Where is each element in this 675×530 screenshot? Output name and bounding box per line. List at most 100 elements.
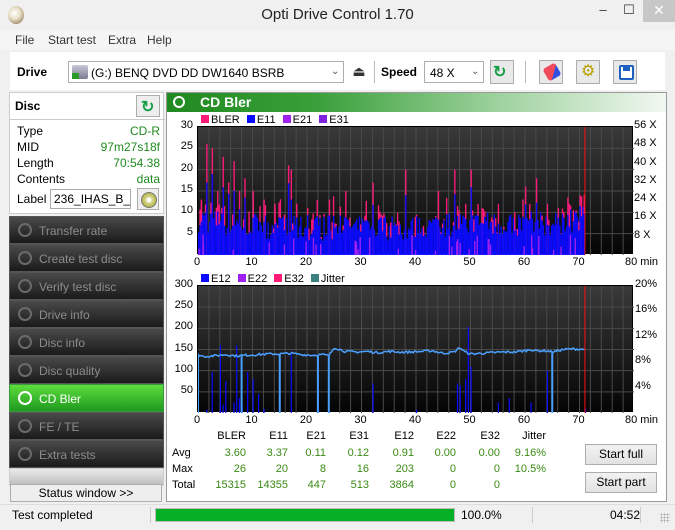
resize-grip[interactable] — [660, 513, 670, 523]
title-bar: Opti Drive Control 1.70 – ☐ ✕ — [0, 0, 675, 30]
cd-icon-button[interactable] — [137, 188, 159, 210]
disc-row-contents: Contents data — [17, 172, 160, 188]
stats-value: 0.00 — [478, 447, 500, 459]
divider — [532, 507, 533, 523]
disc-value: data — [136, 172, 160, 186]
drive-label: Drive — [17, 65, 48, 79]
menu-bar: File Start test Extra Help — [0, 30, 675, 50]
disc-gear-icon — [18, 391, 32, 405]
stats-value: 3864 — [389, 479, 414, 491]
stats-value: 15315 — [215, 479, 246, 491]
start-full-button[interactable]: Start full — [585, 444, 657, 465]
stats-col-header: BLER — [217, 430, 246, 442]
disc-value: CD-R — [130, 124, 160, 138]
stats-value: 0.11 — [305, 447, 326, 459]
disc-row-type: Type CD-R — [17, 124, 160, 140]
stats-row-label: Avg — [172, 447, 191, 459]
stats-value: 20 — [275, 463, 288, 475]
disc-title: Disc — [15, 99, 41, 113]
nav-label: Drive info — [39, 308, 90, 322]
drive-value: (G:) BENQ DVD DD DW1640 BSRB — [91, 66, 285, 80]
stats-col-header: E11 — [269, 430, 288, 442]
stats-value: 9.16% — [514, 447, 546, 459]
nav-extra-tests[interactable]: Extra tests — [9, 440, 164, 468]
status-window-button[interactable]: Status window >> — [10, 484, 162, 502]
disc-refresh-button[interactable]: ↻ — [136, 95, 160, 117]
nav-label: Transfer rate — [39, 224, 108, 238]
stats-row-label: Max — [172, 463, 193, 475]
erase-button[interactable] — [539, 60, 563, 84]
stats-value: 8 — [319, 463, 326, 475]
disc-key: Type — [17, 124, 44, 138]
disc-label-input[interactable]: 236_IHAS_B_LI — [50, 189, 131, 209]
disc-gear-icon — [18, 251, 32, 265]
progress-percent: 100.0% — [461, 508, 502, 522]
close-button[interactable]: ✕ — [643, 0, 675, 22]
stats-value: 0.91 — [392, 447, 414, 459]
nav-verify-test-disc[interactable]: Verify test disc — [9, 272, 164, 300]
disc-gear-icon — [18, 335, 32, 349]
maximize-button[interactable]: ☐ — [616, 0, 642, 22]
drive-select[interactable]: (G:) BENQ DVD DD DW1640 BSRB ⌄ — [68, 61, 344, 83]
nav-create-test-disc[interactable]: Create test disc — [9, 244, 164, 272]
nav-label: Create test disc — [39, 252, 123, 266]
drive-icon — [72, 65, 88, 79]
menu-extra[interactable]: Extra — [108, 33, 136, 47]
toolbar: Drive (G:) BENQ DVD DD DW1640 BSRB ⌄ ⏏ S… — [10, 52, 665, 90]
nav-label: CD Bler — [39, 392, 82, 406]
disc-row-mid: MID 97m27s18f — [17, 140, 160, 156]
stats-col-header: Jitter — [522, 430, 546, 442]
stats-table: BLER E11 E21 E31 E12 E22 E32 Jitter Avg 3.60 3.37 0… — [167, 93, 666, 503]
stats-value: 26 — [233, 463, 246, 475]
divider — [640, 507, 641, 523]
speed-label: Speed — [381, 65, 418, 79]
minimize-button[interactable]: – — [590, 0, 616, 22]
start-part-button[interactable]: Start part — [585, 472, 657, 493]
stats-row-label: Total — [172, 479, 196, 491]
disc-gear-icon — [18, 363, 32, 377]
disc-gear-icon — [18, 447, 32, 461]
nav-disc-quality[interactable]: Disc quality — [9, 356, 164, 384]
nav-disc-info[interactable]: Disc info — [9, 328, 164, 356]
nav-fe-te[interactable]: FE / TE — [9, 412, 164, 440]
disc-gear-icon — [18, 419, 32, 433]
refresh-button[interactable]: ↻ — [490, 60, 514, 84]
stats-col-header: E22 — [436, 430, 456, 442]
save-button[interactable] — [613, 60, 637, 84]
disc-gear-icon — [18, 223, 32, 237]
menu-file[interactable]: File — [15, 33, 34, 47]
speed-value: 48 X — [430, 66, 455, 80]
stats-col-header: E21 — [306, 430, 326, 442]
progress-fill — [156, 509, 454, 521]
nav-transfer-rate[interactable]: Transfer rate — [9, 216, 164, 244]
speed-select[interactable]: 48 X ⌄ — [424, 61, 484, 83]
nav-label: FE / TE — [39, 420, 80, 434]
stats-value: 203 — [395, 463, 414, 475]
stats-value: 513 — [350, 479, 369, 491]
divider — [150, 507, 151, 523]
refresh-icon: ↻ — [493, 64, 507, 81]
chevron-down-icon: ⌄ — [471, 66, 480, 77]
settings-button[interactable]: ⚙ — [576, 60, 600, 84]
test-nav: Transfer rate Create test disc Verify te… — [9, 216, 164, 486]
menu-help[interactable]: Help — [147, 33, 172, 47]
stats-value: 0 — [493, 479, 500, 491]
eject-button[interactable]: ⏏ — [349, 62, 369, 82]
status-bar: Test completed 100.0% 04:52 — [0, 504, 675, 524]
stats-value: 10.5% — [514, 463, 546, 475]
refresh-icon: ↻ — [141, 99, 155, 116]
chevron-down-icon: ⌄ — [331, 66, 340, 77]
stats-value: 0.12 — [347, 447, 369, 459]
menu-start-test[interactable]: Start test — [48, 33, 96, 47]
stats-value: 3.60 — [224, 447, 246, 459]
disc-row-length: Length 70:54.38 — [17, 156, 160, 172]
disc-value: 97m27s18f — [100, 140, 160, 154]
disc-key: Length — [17, 156, 54, 170]
stats-value: 0 — [449, 479, 456, 491]
divider — [10, 119, 165, 120]
nav-label: Disc quality — [39, 364, 101, 378]
stats-col-header: E31 — [349, 430, 369, 442]
nav-drive-info[interactable]: Drive info — [9, 300, 164, 328]
disc-key: Contents — [17, 172, 66, 186]
nav-cd-bler[interactable]: CD Bler — [9, 384, 164, 412]
